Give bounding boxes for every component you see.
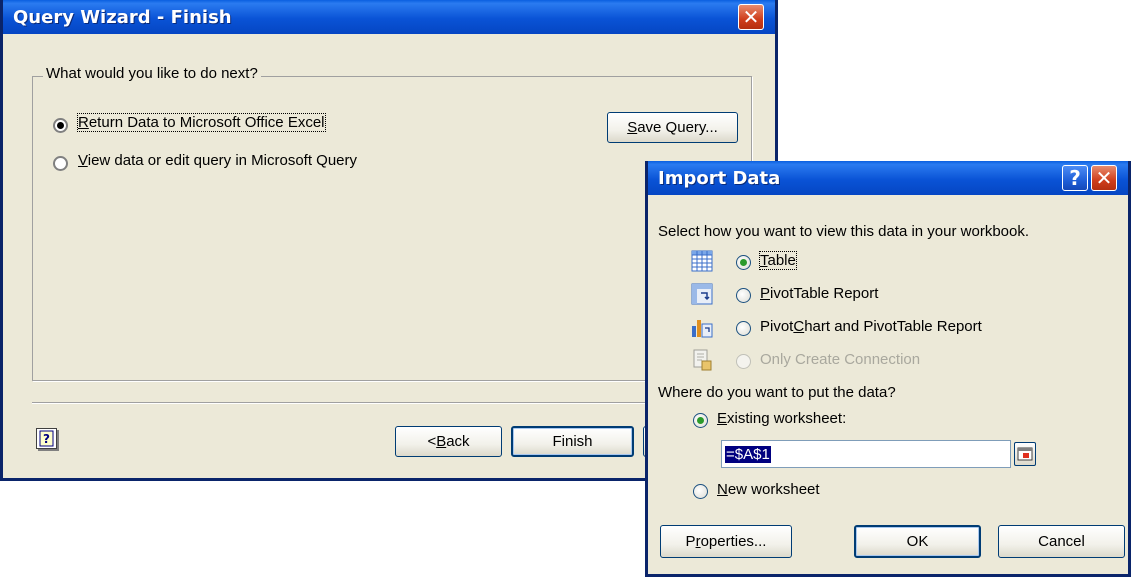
existing-worksheet-radio[interactable] <box>693 413 708 428</box>
pivottable-radio[interactable] <box>736 288 751 303</box>
view-query-label[interactable]: View data or edit query in Microsoft Que… <box>78 152 357 169</box>
connection-radio[interactable] <box>736 354 751 369</box>
pivotchart-radio[interactable] <box>736 321 751 336</box>
return-data-radio[interactable] <box>53 118 68 133</box>
import-data-title: Import Data <box>658 167 781 189</box>
back-button[interactable]: < Back <box>395 426 502 457</box>
range-picker-icon <box>1017 447 1033 461</box>
cancel-button[interactable]: Cancel <box>998 525 1125 558</box>
question-book-icon[interactable]: ? <box>36 428 57 449</box>
query-wizard-titlebar[interactable]: Query Wizard - Finish <box>3 0 775 34</box>
save-query-button[interactable]: Save Query... <box>607 112 738 143</box>
table-icon <box>691 250 713 272</box>
collapse-dialog-button[interactable] <box>1014 442 1036 466</box>
new-worksheet-radio[interactable] <box>693 484 708 499</box>
table-label[interactable]: Table <box>759 251 797 270</box>
pivotchart-label[interactable]: PivotChart and PivotTable Report <box>760 318 982 335</box>
new-worksheet-label[interactable]: New worksheet <box>717 481 820 498</box>
connection-label: Only Create Connection <box>760 351 921 368</box>
range-input-value: =$A$1 <box>725 445 771 463</box>
table-radio[interactable] <box>736 255 751 270</box>
import-data-help-button[interactable]: ? <box>1062 165 1088 191</box>
help-icon: ? <box>1069 166 1081 190</box>
range-input[interactable]: =$A$1 <box>721 440 1011 468</box>
pivotchart-icon <box>692 320 713 338</box>
connection-icon <box>693 349 712 371</box>
finish-button[interactable]: Finish <box>511 426 634 457</box>
view-query-radio[interactable] <box>53 156 68 171</box>
close-icon: ✕ <box>1095 166 1113 190</box>
svg-text:?: ? <box>43 432 50 446</box>
return-data-label[interactable]: Return Data to Microsoft Office Excel <box>77 113 326 132</box>
ok-button[interactable]: OK <box>854 525 981 558</box>
query-wizard-close-button[interactable]: ✕ <box>738 4 764 30</box>
next-action-group-label: What would you like to do next? <box>43 65 261 82</box>
where-prompt: Where do you want to put the data? <box>658 384 896 401</box>
close-icon: ✕ <box>742 5 760 29</box>
existing-worksheet-label[interactable]: Existing worksheet: <box>717 410 846 427</box>
properties-button[interactable]: Pr operties... <box>660 525 792 558</box>
footer-separator <box>32 402 752 404</box>
import-data-titlebar[interactable]: Import Data <box>648 161 1128 195</box>
view-prompt: Select how you want to view this data in… <box>658 223 1030 240</box>
import-data-window: Import Data ? ✕ Select how you want to v… <box>645 161 1131 577</box>
pivottable-icon <box>691 283 713 305</box>
query-wizard-title: Query Wizard - Finish <box>13 6 232 28</box>
pivottable-label[interactable]: PivotTable Report <box>760 285 878 302</box>
import-data-close-button[interactable]: ✕ <box>1091 165 1117 191</box>
